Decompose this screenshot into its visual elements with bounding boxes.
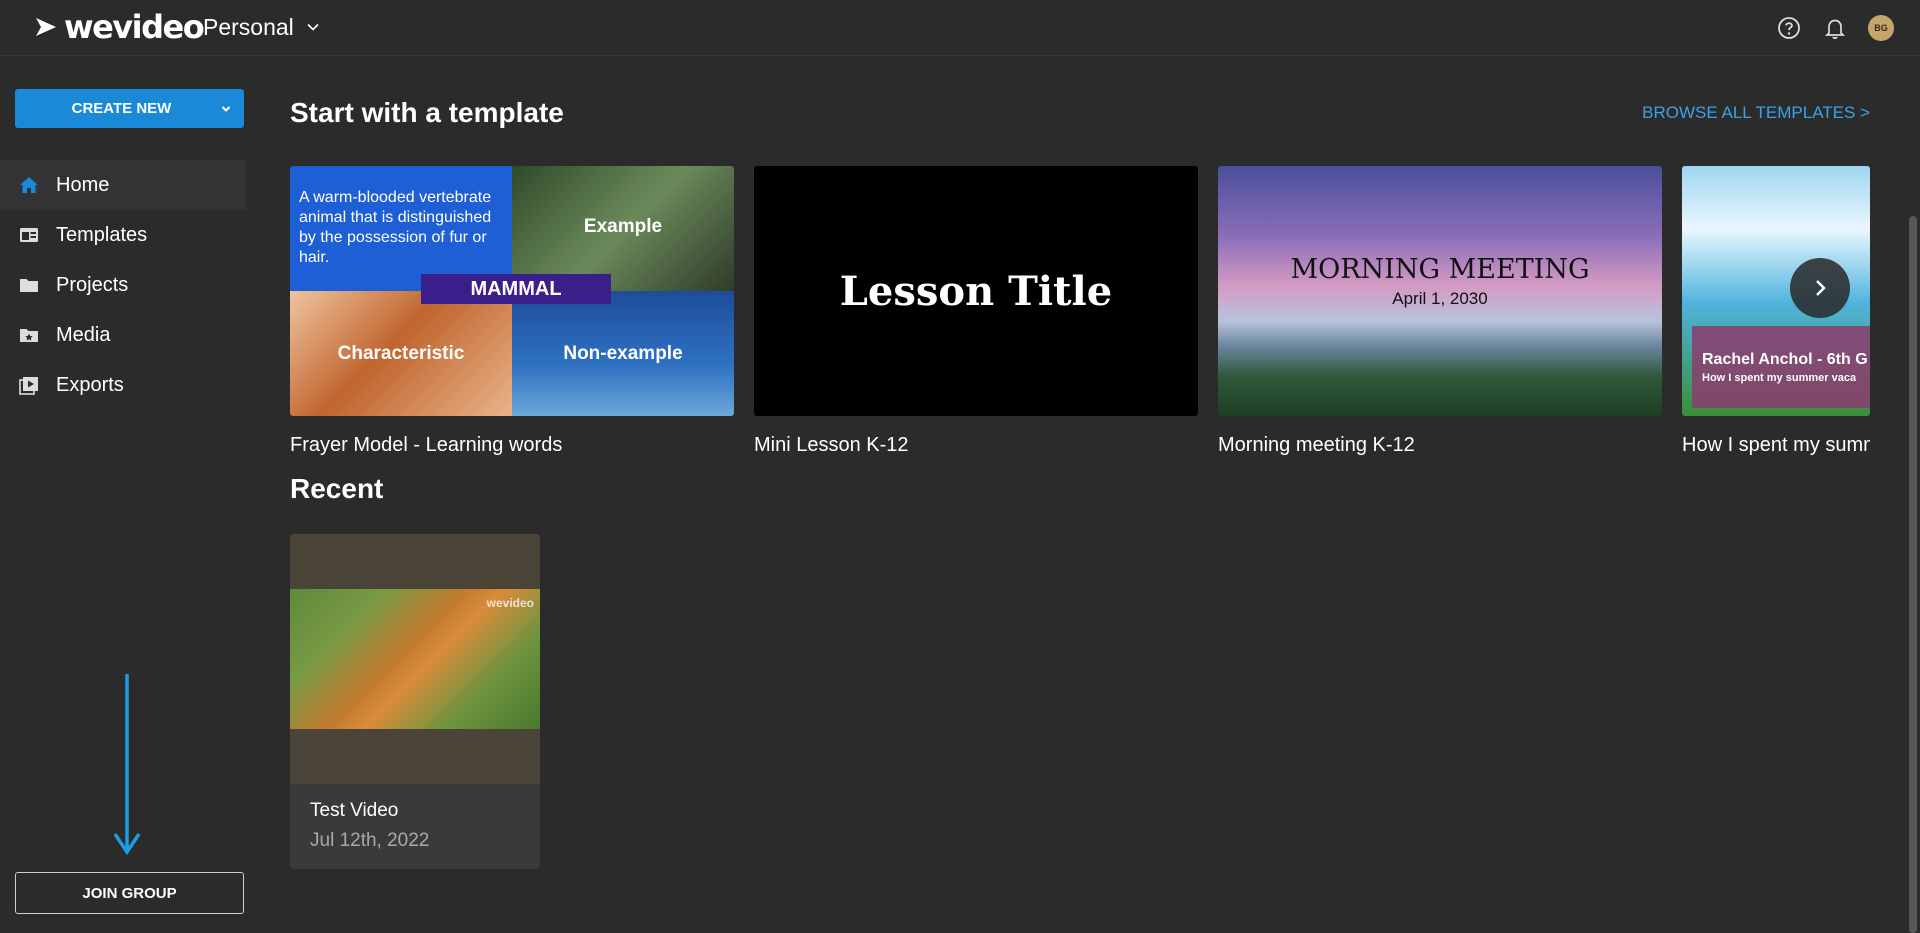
frayer-definition: A warm-blooded vertebrate animal that is…	[299, 189, 492, 266]
frayer-quadrant-characteristic: Characteristic	[337, 343, 465, 364]
sidebar: CREATE NEW Home Templates Projects Media…	[0, 57, 246, 933]
template-card-mini-lesson[interactable]: Lesson Title Mini Lesson K-12	[754, 166, 1198, 457]
recent-project-title: Test Video	[310, 800, 399, 821]
media-folder-icon	[20, 329, 38, 342]
sidebar-item-label: Home	[56, 173, 110, 196]
sidebar-item-projects[interactable]: Projects	[0, 260, 246, 310]
sidebar-item-label: Projects	[56, 273, 129, 296]
chevron-down-icon	[221, 105, 231, 112]
exports-icon	[19, 377, 38, 395]
sidebar-item-label: Exports	[56, 373, 124, 396]
frayer-word: MAMMAL	[421, 274, 611, 304]
create-new-dropdown[interactable]	[208, 89, 244, 128]
folder-icon	[20, 279, 38, 292]
arrow-down-annotation-icon	[113, 674, 141, 856]
wevideo-logo[interactable]: wevideo	[34, 8, 205, 46]
sidebar-item-label: Templates	[56, 223, 148, 246]
sidebar-nav: Home Templates Projects Media Exports	[0, 160, 246, 410]
template-card-summer[interactable]: Rachel Anchol - 6th G How I spent my sum…	[1682, 166, 1870, 466]
logo-mark-icon	[36, 18, 56, 36]
join-group-button[interactable]: JOIN GROUP	[15, 872, 244, 914]
lesson-title-text: Lesson Title	[839, 267, 1113, 315]
avatar[interactable]: BG	[1868, 15, 1894, 41]
top-bar: wevideo Personal BG	[0, 0, 1920, 56]
sidebar-item-label: Media	[56, 323, 111, 346]
template-thumbnail: MORNING MEETING April 1, 2030	[1218, 166, 1662, 416]
templates-section-title: Start with a template	[290, 97, 564, 128]
sidebar-item-media[interactable]: Media	[0, 310, 246, 360]
template-card-frayer[interactable]: A warm-blooded vertebrate animal that is…	[290, 166, 734, 457]
template-label: Mini Lesson K-12	[754, 434, 909, 456]
frayer-quadrant-nonexample: Non-example	[563, 343, 683, 364]
create-new-label: CREATE NEW	[71, 100, 172, 117]
chevron-right-icon	[1816, 280, 1826, 296]
template-label: Morning meeting K-12	[1218, 434, 1415, 456]
account-name: Personal	[203, 13, 294, 40]
help-icon[interactable]	[1776, 15, 1802, 41]
morning-meeting-date: April 1, 2030	[1392, 289, 1488, 308]
carousel-next-button[interactable]	[1790, 258, 1850, 318]
scrollbar[interactable]	[1906, 56, 1920, 933]
template-thumbnail: Lesson Title	[754, 166, 1198, 416]
summer-name: Rachel Anchol - 6th G	[1702, 351, 1868, 368]
sidebar-item-home[interactable]: Home	[0, 160, 246, 210]
video-watermark: wevideo	[486, 596, 534, 610]
morning-meeting-title: MORNING MEETING	[1290, 254, 1590, 285]
recent-project-date: Jul 12th, 2022	[310, 830, 430, 851]
chevron-down-icon	[307, 23, 319, 31]
template-thumbnail: A warm-blooded vertebrate animal that is…	[290, 166, 734, 416]
frayer-quadrant-example: Example	[583, 216, 663, 237]
sidebar-item-exports[interactable]: Exports	[0, 360, 246, 410]
template-label: How I spent my summ	[1682, 434, 1870, 456]
recent-thumbnail: wevideo	[290, 534, 540, 784]
template-thumbnail: Rachel Anchol - 6th G How I spent my sum…	[1682, 166, 1870, 416]
home-icon	[20, 177, 38, 193]
bell-icon[interactable]	[1822, 15, 1848, 41]
template-label: Frayer Model - Learning words	[290, 434, 563, 456]
recent-section-title: Recent	[290, 473, 384, 504]
templates-icon	[20, 228, 38, 242]
browse-all-templates-link[interactable]: BROWSE ALL TEMPLATES >	[1642, 103, 1870, 123]
create-new-button[interactable]: CREATE NEW	[15, 89, 244, 128]
scrollbar-thumb[interactable]	[1909, 216, 1917, 933]
recent-project-card[interactable]: wevideo Test Video Jul 12th, 2022	[290, 534, 540, 869]
account-switcher[interactable]: Personal	[203, 12, 320, 42]
logo-text: wevideo	[64, 8, 205, 46]
sidebar-item-templates[interactable]: Templates	[0, 210, 246, 260]
summer-subtitle: How I spent my summer vaca	[1702, 372, 1857, 384]
template-card-morning-meeting[interactable]: MORNING MEETING April 1, 2030 Morning me…	[1218, 166, 1662, 457]
